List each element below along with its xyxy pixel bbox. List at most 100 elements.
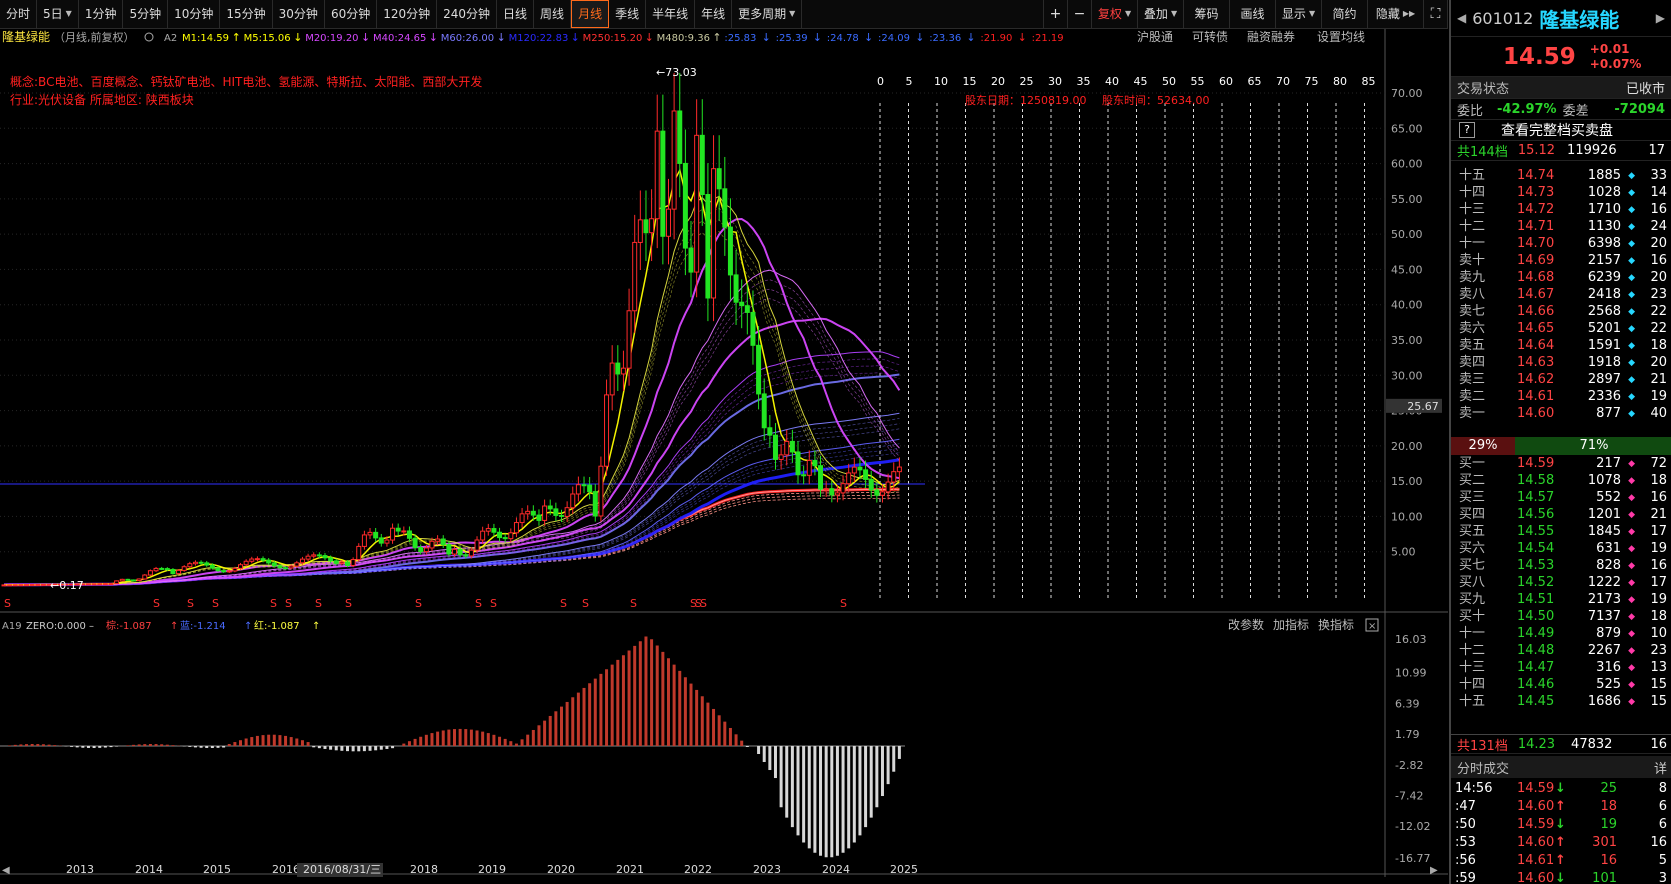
level-label: 买十 [1459,609,1486,624]
toolbar-right-2[interactable]: 筹码 [1184,0,1230,28]
industry-text: 行业:光伏设备 所属地区: 陕西板块 [10,92,194,107]
ask-row[interactable]: 十一 14.70 6398 ◆ 20 [1451,235,1671,253]
candle-body [322,555,328,559]
bid-row[interactable]: 十二 14.48 2267 ◆ 23 [1451,642,1671,660]
toolbar-right-3[interactable]: 画线 [1230,0,1276,28]
gann-tick: 35 [1077,75,1091,88]
chart-menu-item[interactable]: 可转债 [1192,29,1228,44]
scroll-left-icon[interactable]: ◀ [2,865,10,876]
period-7[interactable]: 60分钟 [325,0,378,28]
indicator-menu-item[interactable]: 改参数 [1228,617,1264,632]
ask-row[interactable]: 十四 14.73 1028 ◆ 14 [1451,184,1671,202]
level-price: 14.60 [1517,406,1555,421]
kline-chart-svg[interactable]: 70.0065.0060.0055.0050.0045.0040.0035.00… [0,29,1448,877]
chart-menu-item[interactable]: 融资融券 [1247,29,1295,44]
ask-row[interactable]: 卖六 14.65 5201 ◆ 22 [1451,320,1671,338]
period-14[interactable]: 半年线 [646,0,696,28]
candle-body [851,466,857,474]
ask-row[interactable]: 十三 14.72 1710 ◆ 16 [1451,201,1671,219]
period-9[interactable]: 240分钟 [437,0,498,28]
scroll-right-icon[interactable]: ▶ [1430,865,1438,876]
shareholder-time: 股东时间：52634.00 [1102,94,1210,107]
bid-row[interactable]: 十一 14.49 879 ◆ 10 [1451,625,1671,643]
candle-body [136,578,142,582]
period-10[interactable]: 日线 [497,0,535,28]
level-count: 16 [1650,253,1667,268]
candle-body [513,522,519,534]
bid-row[interactable]: 买六 14.54 631 ◆ 19 [1451,540,1671,558]
period-8[interactable]: 120分钟 [377,0,438,28]
bid-row[interactable]: 买四 14.56 1201 ◆ 21 [1451,506,1671,524]
ask-row[interactable]: 十二 14.71 1130 ◆ 24 [1451,218,1671,236]
ma-legend-item: :23.36 [929,33,961,44]
trade-direction-icon: ↓ [1555,781,1566,796]
period-13[interactable]: 季线 [609,0,647,28]
bid-row[interactable]: 买五 14.55 1845 ◆ 17 [1451,523,1671,541]
bid-row[interactable]: 十四 14.46 525 ◆ 15 [1451,676,1671,694]
period-16[interactable]: 更多周期 ▼ [732,0,803,28]
gann-tick: 40 [1105,75,1119,88]
ask-row[interactable]: 卖五 14.64 1591 ◆ 18 [1451,337,1671,355]
toolbar-right-5[interactable]: 简约 [1322,0,1368,28]
indicator-menu-item[interactable]: 加指标 [1273,617,1309,632]
period-label: 10分钟 [174,7,214,21]
ask-row[interactable]: 卖四 14.63 1918 ◆ 20 [1451,354,1671,372]
period-15[interactable]: 年线 [695,0,733,28]
toolbar-right-1[interactable]: 叠加 ▼ [1138,0,1184,28]
period-12[interactable]: 月线 [571,0,610,28]
ask-row[interactable]: 十五 14.74 1885 ◆ 33 [1451,167,1671,185]
ask-row[interactable]: 卖一 14.60 877 ◆ 40 [1451,405,1671,423]
zoom-in-button[interactable]: + [1044,0,1068,28]
ma-legend-item: M1:14.59 [182,33,229,44]
low-price-label: ←0.17 [50,579,84,592]
ask-total-row: 共144档 15.12 119926 17 [1451,141,1671,161]
full-book-link[interactable]: ? 查看完整档买卖盘 [1451,119,1671,141]
ma-arrow-icon: ↑ [232,31,241,44]
ask-row[interactable]: 卖八 14.67 2418 ◆ 23 [1451,286,1671,304]
toolbar-right-6[interactable]: 隐藏 ▶▶ [1368,0,1424,28]
bid-row[interactable]: 买三 14.57 552 ◆ 16 [1451,489,1671,507]
toolbar-right-4[interactable]: 显示 ▼ [1276,0,1322,28]
next-stock-icon[interactable]: ▶ [1656,11,1665,25]
ask-row[interactable]: 卖七 14.66 2568 ◆ 22 [1451,303,1671,321]
period-4[interactable]: 10分钟 [168,0,221,28]
ask-row[interactable]: 卖三 14.62 2897 ◆ 21 [1451,371,1671,389]
indicator-menu-item[interactable]: 换指标 [1318,617,1354,632]
trades-detail-button[interactable]: 详 [1654,758,1667,777]
fullscreen-icon[interactable]: ⛶ [1424,0,1448,28]
ask-row[interactable]: 卖九 14.68 6239 ◆ 20 [1451,269,1671,287]
chart-area[interactable]: 70.00 65.00 60.00 55.00 50.00 45.00 40.00 35.00… [0,29,1448,877]
quote-panel: ◀ 601012 隆基绿能 ▶ 14.59 +0.01 +0.07% 交易状态 … [1449,0,1671,884]
zoom-out-button[interactable]: − [1068,0,1092,28]
chart-menu-item[interactable]: 设置均线 [1317,30,1365,44]
candle-body [891,471,897,483]
bid-row[interactable]: 十五 14.45 1686 ◆ 15 [1451,693,1671,711]
period-6[interactable]: 30分钟 [273,0,325,28]
period-11[interactable]: 周线 [534,0,572,28]
bid-row[interactable]: 买二 14.58 1078 ◆ 18 [1451,472,1671,490]
bid-row[interactable]: 买一 14.59 217 ◆ 72 [1451,455,1671,473]
ma-legend-item: :24.09 [878,33,910,44]
concept-text: 概念:BC电池、百度概念、钙钛矿电池、HIT电池、氢能源、特斯拉、太阳能、西部大… [10,74,482,89]
period-5[interactable]: 15分钟 [220,0,273,28]
gann-tick: 55 [1191,75,1205,88]
chart-menu-item[interactable]: 沪股通 [1137,30,1173,44]
bid-row[interactable]: 买九 14.51 2173 ◆ 19 [1451,591,1671,609]
indicator-name: A19 [2,621,22,632]
trade-time: :53 [1455,835,1476,850]
bid-row[interactable]: 买十 14.50 7137 ◆ 18 [1451,608,1671,626]
help-icon[interactable]: ? [1459,122,1475,138]
ask-row[interactable]: 卖十 14.69 2157 ◆ 16 [1451,252,1671,270]
toolbar-right-0[interactable]: 复权 ▼ [1092,0,1138,28]
period-1[interactable]: 5日 ▼ [37,0,79,28]
period-0[interactable]: 分时 [0,0,38,28]
bid-row[interactable]: 十三 14.47 316 ◆ 13 [1451,659,1671,677]
period-3[interactable]: 5分钟 [123,0,169,28]
prev-stock-icon[interactable]: ◀ [1457,11,1466,25]
level-dot-icon: ◆ [1628,612,1635,622]
bid-ask-ratio-bar: 29% 71% [1451,437,1671,455]
ask-row[interactable]: 卖二 14.61 2336 ◆ 19 [1451,388,1671,406]
bid-row[interactable]: 买七 14.53 828 ◆ 16 [1451,557,1671,575]
period-2[interactable]: 1分钟 [79,0,124,28]
bid-row[interactable]: 买八 14.52 1222 ◆ 17 [1451,574,1671,592]
